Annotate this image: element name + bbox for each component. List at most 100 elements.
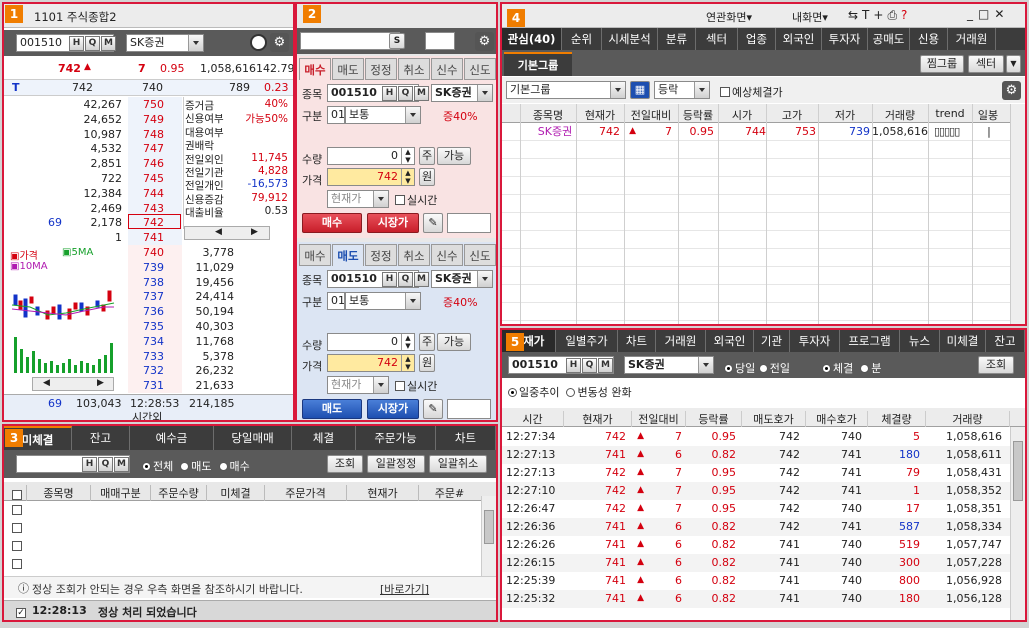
- chart-scrollbar[interactable]: ◀ ▶: [32, 377, 114, 391]
- radio-sell[interactable]: 매도: [191, 460, 211, 473]
- orders-tab[interactable]: 예수금: [130, 426, 214, 450]
- tick-mode-radios[interactable]: 체결 분: [822, 360, 881, 376]
- watch-tab[interactable]: 업종: [738, 28, 776, 50]
- tick-tab[interactable]: 잔고: [986, 330, 1025, 352]
- info-scrollbar[interactable]: ◀ ▶: [184, 226, 270, 240]
- orders-radio-group[interactable]: 전체 매도 매수: [142, 458, 250, 474]
- sort-select[interactable]: 등락: [654, 81, 710, 99]
- sell-search-icon[interactable]: Q: [398, 272, 413, 287]
- tick-row[interactable]: 12:26:36 741 ▲ 6 0.82 742 741 587 1,058,334: [502, 518, 1010, 536]
- orders-history-button[interactable]: H: [82, 457, 97, 472]
- orders-scrollbar[interactable]: [481, 496, 496, 576]
- bid-price[interactable]: 737: [128, 290, 164, 303]
- sell-market-button[interactable]: 시장가: [367, 399, 419, 419]
- orders-tab[interactable]: 차트: [436, 426, 496, 450]
- related-screens-menu[interactable]: 연관화면▾: [706, 9, 752, 25]
- watch-tab[interactable]: 거래원: [948, 28, 996, 50]
- watch-tab[interactable]: 분류: [658, 28, 696, 50]
- ask-price[interactable]: 741: [128, 231, 164, 244]
- ask-price[interactable]: 742: [128, 216, 164, 229]
- sell-memo-button[interactable]: M: [414, 272, 429, 287]
- chart-scroll-left-icon[interactable]: ◀: [43, 378, 50, 388]
- order-tab[interactable]: 매도: [332, 244, 364, 266]
- tick-row[interactable]: 12:26:15 741 ▲ 6 0.82 741 740 300 1,057,228: [502, 554, 1010, 572]
- grid-layout-icon[interactable]: ▦: [630, 81, 650, 99]
- ask-price[interactable]: 746: [128, 157, 164, 170]
- watch-tab[interactable]: 투자자: [822, 28, 868, 50]
- buy-avail-button[interactable]: 가능: [437, 147, 471, 165]
- ask-price[interactable]: 745: [128, 172, 164, 185]
- tick-history-button[interactable]: H: [566, 358, 581, 373]
- ask-price[interactable]: 747: [128, 142, 164, 155]
- expected-price-check[interactable]: 예상체결가: [720, 84, 783, 100]
- buy-realtime-check[interactable]: 실시간: [395, 192, 437, 208]
- memo-button[interactable]: M: [101, 36, 116, 51]
- tick-sub-radios[interactable]: 일중추이 변동성 완화: [508, 384, 632, 400]
- sell-won-button[interactable]: 원: [419, 354, 435, 372]
- order-tab[interactable]: 신도: [464, 58, 496, 80]
- radio-buy[interactable]: 매수: [230, 460, 250, 473]
- tick-search-icon[interactable]: Q: [582, 358, 597, 373]
- order-tab[interactable]: 신수: [431, 244, 463, 266]
- tick-name-select[interactable]: SK증권: [624, 356, 714, 374]
- scroll-left-icon[interactable]: ◀: [215, 227, 222, 237]
- orders-batch-cancel-button[interactable]: 일괄취소: [429, 455, 487, 473]
- order-row-check[interactable]: [12, 504, 24, 517]
- sell-qty-spinner[interactable]: ▲ ▼: [401, 334, 414, 350]
- favorite-group-button[interactable]: 찜그룹: [920, 55, 964, 73]
- tick-scrollbar[interactable]: [1010, 427, 1025, 620]
- tick-tab[interactable]: 외국인: [706, 330, 754, 352]
- order-gear-icon[interactable]: ⚙: [475, 32, 494, 51]
- tick-tab[interactable]: 차트: [618, 330, 656, 352]
- sector-button[interactable]: 섹터: [968, 55, 1004, 73]
- buy-memo-button[interactable]: M: [414, 86, 429, 101]
- gear-icon[interactable]: ⚙: [270, 33, 289, 52]
- buy-qty-spinner[interactable]: ▲ ▼: [401, 148, 414, 164]
- tick-query-button[interactable]: 조회: [978, 356, 1014, 374]
- buy-won-button[interactable]: 원: [419, 168, 435, 186]
- bid-price[interactable]: 740: [128, 246, 164, 259]
- tick-row[interactable]: 12:27:10 742 ▲ 7 0.95 742 741 1 1,058,352: [502, 482, 1010, 500]
- buy-type-select[interactable]: 보통: [345, 106, 421, 124]
- buy-type-code[interactable]: 01: [327, 106, 345, 124]
- sell-type-select[interactable]: 보통: [345, 292, 421, 310]
- ask-price[interactable]: 749: [128, 113, 164, 126]
- order-tab[interactable]: 취소: [398, 244, 430, 266]
- ask-price[interactable]: 744: [128, 187, 164, 200]
- watch-tab[interactable]: 신용: [910, 28, 948, 50]
- order-tab[interactable]: 신수: [431, 58, 463, 80]
- watch-tab[interactable]: 외국인: [776, 28, 822, 50]
- ask-price[interactable]: 748: [128, 128, 164, 141]
- sell-type-code[interactable]: 01: [327, 292, 345, 310]
- orders-memo-button[interactable]: M: [114, 457, 129, 472]
- order-tab[interactable]: 신도: [464, 244, 496, 266]
- buy-price-spinner[interactable]: ▲ ▼: [401, 169, 414, 185]
- orders-tab[interactable]: 당일매매: [214, 426, 292, 450]
- search-icon[interactable]: Q: [85, 36, 100, 51]
- tick-tab[interactable]: 기관: [754, 330, 790, 352]
- tick-tab[interactable]: 투자자: [790, 330, 840, 352]
- buy-ju-button[interactable]: 주: [419, 147, 435, 165]
- group-tab-basic[interactable]: 기본그룹: [504, 52, 572, 76]
- watch-scrollbar[interactable]: [1010, 104, 1025, 324]
- buy-market-button[interactable]: 시장가: [367, 213, 419, 233]
- orders-tab[interactable]: 체결: [292, 426, 356, 450]
- group-select[interactable]: 기본그룹: [506, 81, 626, 99]
- buy-cur-select[interactable]: 현재가: [327, 190, 389, 208]
- tick-row[interactable]: 12:25:39 741 ▲ 6 0.82 741 740 800 1,056,928: [502, 572, 1010, 590]
- scroll-right-icon[interactable]: ▶: [251, 227, 258, 237]
- bid-price[interactable]: 734: [128, 335, 164, 348]
- notice-link[interactable]: [바로가기]: [380, 581, 429, 597]
- sell-price-spinner[interactable]: ▲ ▼: [401, 355, 414, 371]
- sell-ju-button[interactable]: 주: [419, 333, 435, 351]
- password-input[interactable]: [425, 32, 455, 50]
- bid-price[interactable]: 739: [128, 261, 164, 274]
- order-tab[interactable]: 매수: [299, 244, 331, 266]
- order-tab[interactable]: 정정: [365, 58, 397, 80]
- buy-search-icon[interactable]: Q: [398, 86, 413, 101]
- window-controls[interactable]: _□✕: [967, 7, 1009, 21]
- s-button[interactable]: S: [389, 33, 405, 49]
- sell-realtime-check[interactable]: 실시간: [395, 378, 437, 394]
- tick-row[interactable]: 12:27:13 742 ▲ 7 0.95 742 741 79 1,058,431: [502, 464, 1010, 482]
- tick-tab[interactable]: 프로그램: [840, 330, 900, 352]
